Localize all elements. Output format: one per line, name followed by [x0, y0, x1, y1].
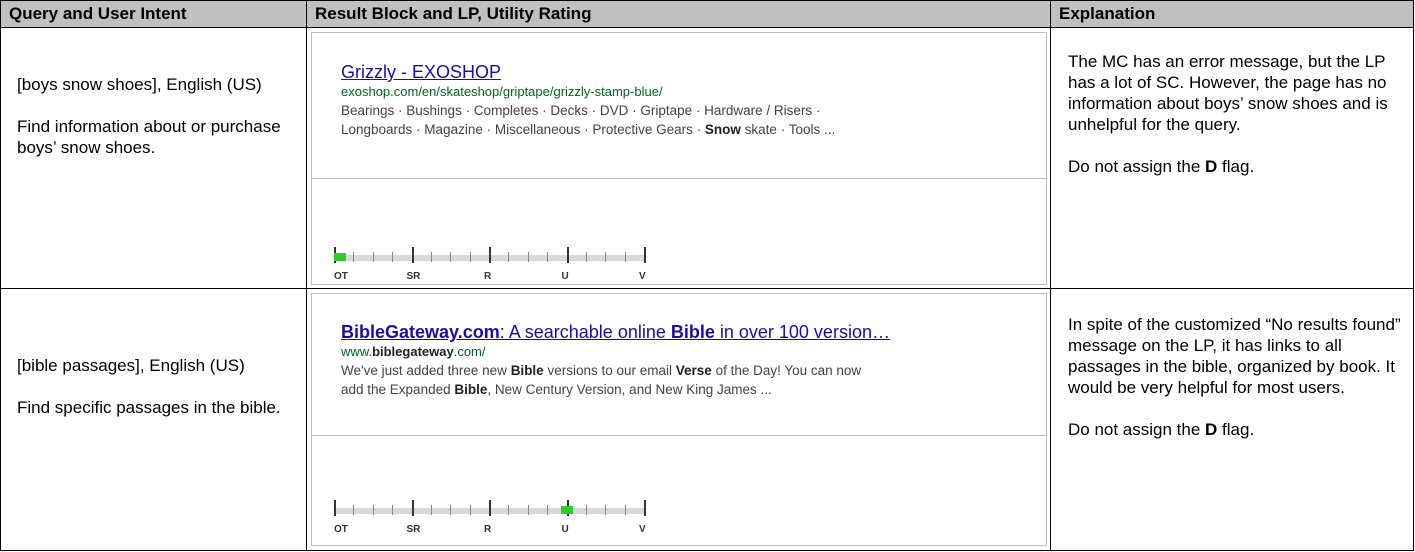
row-1-explanation-cell: The MC has an error message, but the LP …	[1068, 51, 1403, 177]
row-1-intent: Find information about or purchase boys’…	[17, 117, 281, 157]
header-result: Result Block and LP, Utility Rating	[307, 1, 1050, 27]
rating-minor-tick	[450, 252, 452, 262]
rating-major-tick	[334, 500, 336, 516]
rating-minor-tick	[372, 252, 374, 262]
rating-major-tick	[489, 247, 491, 263]
rating-minor-tick	[547, 252, 549, 262]
rating-major-tick	[566, 247, 569, 263]
row-1-flag-note: Do not assign the D flag.	[1068, 157, 1255, 176]
rating-minor-tick	[605, 252, 607, 262]
row-1-query-cell: [boys snow shoes], English (US) Find inf…	[17, 74, 297, 158]
rating-minor-tick	[430, 252, 432, 262]
rating-label-ot: OT	[334, 524, 348, 535]
rating-minor-tick	[585, 252, 587, 262]
rating-label-sr: SR	[406, 271, 421, 282]
header-query: Query and User Intent	[1, 1, 306, 27]
rating-minor-tick	[392, 505, 394, 515]
row-1-explanation: The MC has an error message, but the LP …	[1068, 52, 1388, 134]
row-2-flag-note: Do not assign the D flag.	[1068, 420, 1255, 439]
row-1-result-snippet: Bearings · Bushings · Completes · Decks …	[341, 103, 836, 137]
rating-minor-tick	[469, 505, 471, 515]
rating-label-r: R	[484, 271, 492, 282]
rating-minor-tick	[547, 505, 549, 515]
row-2-result-block: BibleGateway.com: A searchable online Bi…	[311, 293, 1047, 436]
row-1-result-title[interactable]: Grizzly - EXOSHOP	[341, 61, 835, 83]
rating-examples-table: Query and User Intent Result Block and L…	[0, 0, 1414, 551]
rating-label-v: V	[639, 271, 646, 282]
row-1-rating-block: OT SR R U V	[311, 178, 1047, 285]
row-2-rating-block: OT SR R U V	[311, 435, 1047, 546]
rating-label-u: U	[561, 271, 569, 282]
row-2-explanation-cell: In spite of the customized “No results f…	[1068, 314, 1403, 440]
row-2-result-url: www.biblegateway.com/	[341, 344, 486, 359]
rating-major-tick	[411, 500, 414, 516]
row-2-intent: Find specific passages in the bible.	[17, 398, 281, 417]
rating-minor-tick	[508, 252, 510, 262]
rating-minor-tick	[450, 505, 452, 515]
rating-marker[interactable]	[334, 253, 346, 261]
rating-minor-tick	[605, 505, 607, 515]
rating-major-tick	[411, 247, 414, 263]
rating-label-ot: OT	[334, 271, 348, 282]
rating-label-u: U	[561, 524, 569, 535]
rating-major-tick	[489, 500, 491, 516]
rating-minor-tick	[527, 505, 529, 515]
rating-minor-tick	[372, 505, 374, 515]
rating-minor-tick	[469, 252, 471, 262]
rating-marker[interactable]	[560, 506, 573, 514]
row-1-result-block: Grizzly - EXOSHOP exoshop.com/en/skatesh…	[311, 32, 1047, 179]
row-2-result-title[interactable]: BibleGateway.com: A searchable online Bi…	[341, 321, 890, 343]
rating-label-r: R	[484, 524, 492, 535]
rating-label-sr: SR	[406, 524, 421, 535]
row-1-utility-slider[interactable]: OT SR R U V	[334, 247, 658, 287]
rating-major-tick	[644, 247, 646, 263]
rating-minor-tick	[527, 252, 529, 262]
row-2-result-snippet: We've just added three new Bible version…	[341, 363, 862, 397]
rating-minor-tick	[430, 505, 432, 515]
header-explanation: Explanation	[1051, 1, 1413, 27]
rating-major-tick	[644, 500, 646, 516]
rating-minor-tick	[624, 505, 626, 515]
rating-minor-tick	[353, 252, 355, 262]
row-1-query: [boys snow shoes], English (US)	[17, 75, 262, 94]
row-2-utility-slider[interactable]: OT SR R U V	[334, 500, 658, 540]
row-2-explanation: In spite of the customized “No results f…	[1068, 315, 1401, 397]
rating-label-v: V	[639, 524, 646, 535]
rating-minor-tick	[585, 505, 587, 515]
rating-minor-tick	[392, 252, 394, 262]
row-2-query-cell: [bible passages], English (US) Find spec…	[17, 355, 297, 418]
row-1-result-url: exoshop.com/en/skateshop/griptape/grizzl…	[341, 84, 663, 99]
row-2-query: [bible passages], English (US)	[17, 356, 245, 375]
rating-minor-tick	[508, 505, 510, 515]
rating-minor-tick	[624, 252, 626, 262]
rating-minor-tick	[353, 505, 355, 515]
